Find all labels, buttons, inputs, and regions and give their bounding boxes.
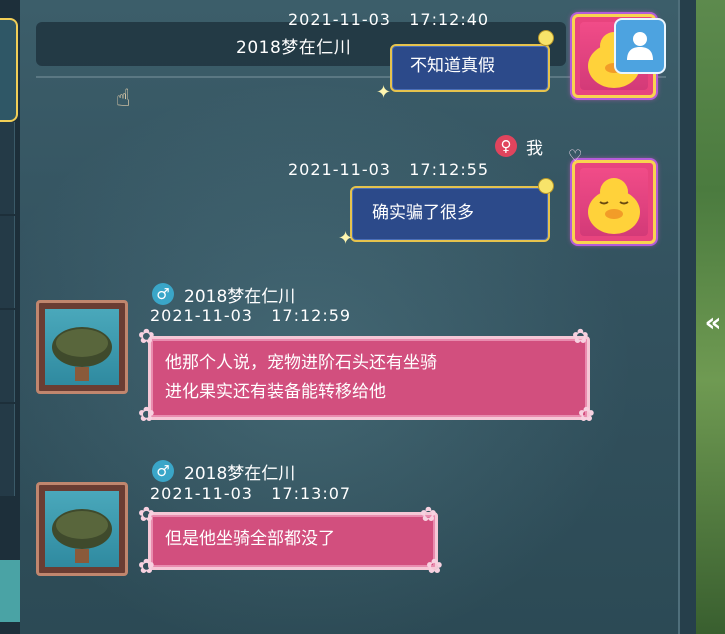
message-text: 但是他坐骑全部都没了 <box>165 529 335 549</box>
turtle-avatar-icon <box>45 309 119 385</box>
chat-channel-tab[interactable] <box>0 310 15 402</box>
profile-button[interactable] <box>614 18 666 74</box>
avatar-self[interactable] <box>572 160 656 244</box>
sender-name: 2018梦在仁川 <box>184 464 296 484</box>
chat-channel-tab[interactable] <box>0 216 15 308</box>
message-timestamp: 2021-11-03 17:12:55 <box>288 160 490 179</box>
message-bubble-self: 确实骗了很多 <box>350 186 550 242</box>
hand-cursor-icon: ☝ <box>116 84 131 112</box>
message-text: 不知道真假 <box>410 56 495 76</box>
male-icon: ♂ <box>152 460 174 482</box>
chat-channel-tab[interactable] <box>0 122 15 214</box>
message-text-line2: 进化果实还有装备能转移给他 <box>165 382 386 402</box>
message-timestamp: 2021-11-03 17:12:40 <box>288 10 490 29</box>
avatar-partner[interactable] <box>36 300 128 394</box>
chat-channel-tab-bottom[interactable] <box>0 560 20 622</box>
duck-avatar-icon <box>580 168 648 236</box>
user-icon <box>627 32 653 60</box>
collapse-arrow-icon[interactable]: « <box>701 306 725 340</box>
message-timestamp: 2021-11-03 17:13:07 <box>150 484 352 503</box>
heart-icon: ♡ <box>568 146 583 165</box>
sparkle-icon: ✦ <box>338 228 354 249</box>
flower-icon: ✿ <box>138 402 155 426</box>
avatar-partner[interactable] <box>36 482 128 576</box>
message-text-line1: 他那个人说，宠物进阶石头还有坐骑 <box>165 353 437 373</box>
flower-icon: ✿ <box>420 502 437 526</box>
chat-window: « 2018梦在仁川 2021-11-03 17:12:40 不知道真假 ✦ ♀… <box>0 0 725 634</box>
flower-icon: ✿ <box>578 402 595 426</box>
male-icon: ♂ <box>152 283 174 305</box>
sender-name-self: 我 <box>526 139 543 159</box>
female-icon: ♀ <box>495 135 517 157</box>
chat-scrollbar[interactable] <box>678 0 698 634</box>
chat-partner-name: 2018梦在仁川 <box>236 38 352 58</box>
chat-channel-tab[interactable] <box>0 404 15 496</box>
flower-icon: ✿ <box>138 502 155 526</box>
flower-icon: ✿ <box>572 324 589 348</box>
message-bubble-self: 不知道真假 <box>390 44 550 92</box>
message-text: 确实骗了很多 <box>372 203 474 223</box>
sender-name: 2018梦在仁川 <box>184 287 296 307</box>
turtle-avatar-icon <box>45 491 119 567</box>
flower-icon: ✿ <box>138 324 155 348</box>
flower-icon: ✿ <box>138 554 155 578</box>
sparkle-icon: ✦ <box>376 82 392 103</box>
message-timestamp: 2021-11-03 17:12:59 <box>150 306 352 325</box>
flower-icon: ✿ <box>426 554 443 578</box>
bubble-ornament-icon <box>538 30 554 46</box>
chat-channel-tab-active[interactable] <box>0 18 18 122</box>
message-bubble-partner: 但是他坐骑全部都没了 <box>148 512 438 570</box>
bubble-ornament-icon <box>538 178 554 194</box>
message-bubble-partner: 他那个人说，宠物进阶石头还有坐骑 进化果实还有装备能转移给他 <box>148 336 590 420</box>
